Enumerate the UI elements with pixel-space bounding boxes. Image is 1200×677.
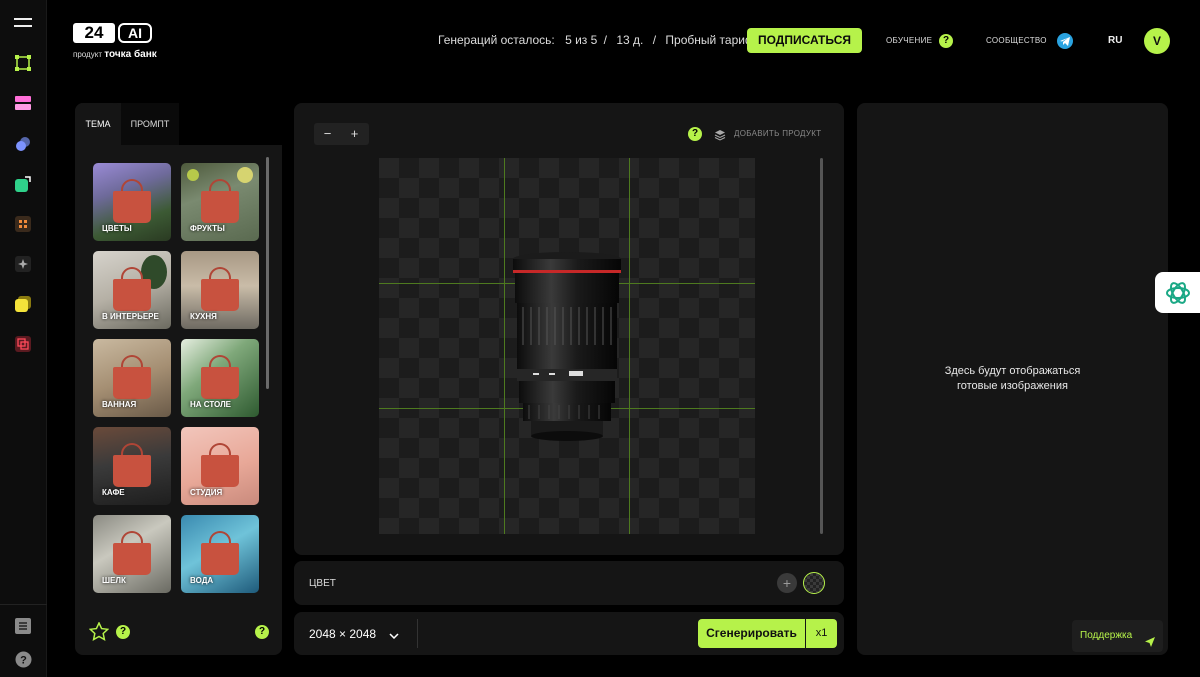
- color-panel: ЦВЕТ +: [294, 561, 844, 605]
- menu-icon[interactable]: [13, 13, 33, 33]
- logo[interactable]: 24 AI продукт точка банк: [73, 23, 163, 63]
- add-product-button[interactable]: ДОБАВИТЬ ПРОДУКТ: [734, 129, 821, 138]
- telegram-icon[interactable]: [1057, 33, 1073, 49]
- sparkle-icon[interactable]: [13, 254, 33, 274]
- help-icon[interactable]: ?: [13, 649, 33, 669]
- upscale-icon[interactable]: [13, 174, 33, 194]
- left-rail: ?: [0, 0, 47, 677]
- theme-label: СТУДИЯ: [190, 488, 223, 497]
- theme-tile[interactable]: В ИНТЕРЬЕРЕ: [93, 251, 171, 329]
- theme-label: ЦВЕТЫ: [102, 224, 132, 233]
- add-color-icon[interactable]: +: [777, 573, 797, 593]
- nodes-icon[interactable]: [13, 53, 33, 73]
- generations-label: Генераций осталось:: [438, 33, 555, 47]
- canvas-scrollbar[interactable]: [820, 158, 823, 534]
- theme-tile[interactable]: ШЕЛК: [93, 515, 171, 593]
- tab-prompt[interactable]: ПРОМПТ: [121, 103, 179, 145]
- theme-tile[interactable]: КАФЕ: [93, 427, 171, 505]
- panel-tabs: ТЕМА ПРОМПТ: [75, 103, 282, 145]
- theme-panel-footer: ? ?: [75, 620, 282, 644]
- learning-help-icon[interactable]: ?: [939, 34, 953, 48]
- generations-count: 5 из 5: [565, 33, 598, 47]
- language-switch[interactable]: RU: [1108, 35, 1122, 46]
- theme-label: ВАННАЯ: [102, 400, 137, 409]
- color-label: ЦВЕТ: [309, 578, 336, 589]
- generate-controls: 2048 × 2048 Сгенерировать x1: [294, 612, 844, 655]
- avatar[interactable]: V: [1144, 28, 1170, 54]
- generate-button[interactable]: Сгенерировать: [698, 619, 805, 648]
- logo-subtitle: продукт точка банк: [73, 49, 157, 60]
- stack-icon[interactable]: [13, 294, 33, 314]
- theme-label: ВОДА: [190, 576, 214, 585]
- theme-label: ШЕЛК: [102, 576, 126, 585]
- guide-line: [504, 158, 505, 534]
- tab-theme[interactable]: ТЕМА: [75, 103, 121, 145]
- theme-tile[interactable]: КУХНЯ: [181, 251, 259, 329]
- theme-label: ФРУКТЫ: [190, 224, 225, 233]
- community-link[interactable]: СООБЩЕСТВО: [986, 36, 1047, 45]
- product-stage[interactable]: [379, 158, 755, 534]
- transparent-color-swatch[interactable]: [803, 572, 825, 594]
- circles-icon[interactable]: [13, 134, 33, 154]
- results-placeholder: Здесь будут отображаться готовые изображ…: [944, 365, 1081, 392]
- support-button[interactable]: Поддержка: [1072, 620, 1163, 652]
- themes-help-icon[interactable]: ?: [255, 625, 269, 639]
- results-panel: Здесь будут отображаться готовые изображ…: [857, 103, 1168, 655]
- theme-tile[interactable]: ВОДА: [181, 515, 259, 593]
- guide-line: [629, 158, 630, 534]
- theme-tile[interactable]: ЦВЕТЫ: [93, 163, 171, 241]
- size-select[interactable]: 2048 × 2048: [309, 627, 399, 642]
- layout-icon[interactable]: [13, 93, 33, 113]
- theme-tile[interactable]: НА СТОЛЕ: [181, 339, 259, 417]
- subscribe-button[interactable]: ПОДПИСАТЬСЯ: [747, 28, 862, 53]
- theme-label: КУХНЯ: [190, 312, 217, 321]
- canvas-panel: − + ? ДОБАВИТЬ ПРОДУКТ: [294, 103, 844, 555]
- list-icon[interactable]: [13, 616, 33, 636]
- favorites-help-icon[interactable]: ?: [116, 625, 130, 639]
- canvas-help-icon[interactable]: ?: [688, 127, 702, 141]
- days-left: 13 д.: [616, 33, 644, 47]
- logo-ai: AI: [118, 23, 152, 43]
- theme-label: НА СТОЛЕ: [190, 400, 232, 409]
- svg-text:?: ?: [20, 654, 27, 666]
- theme-grid: ЦВЕТЫ ФРУКТЫ В ИНТЕРЬЕРЕ КУХНЯ ВАННАЯ НА…: [93, 163, 263, 677]
- rail-divider: [0, 604, 47, 605]
- chevron-down-icon: [389, 628, 399, 642]
- star-icon[interactable]: [88, 621, 110, 646]
- chatgpt-icon[interactable]: [1155, 272, 1200, 313]
- learning-link[interactable]: ОБУЧЕНИЕ: [886, 36, 932, 45]
- theme-tile[interactable]: СТУДИЯ: [181, 427, 259, 505]
- layers-icon[interactable]: [714, 128, 726, 141]
- theme-tile[interactable]: ФРУКТЫ: [181, 163, 259, 241]
- zoom-controls: − +: [314, 123, 369, 145]
- frames-icon[interactable]: [13, 334, 33, 354]
- zoom-in-button[interactable]: +: [341, 123, 368, 145]
- plan-name: Пробный тариф: [665, 33, 755, 47]
- themes-scrollbar[interactable]: [266, 157, 269, 389]
- theme-label: В ИНТЕРЬЕРЕ: [102, 312, 159, 321]
- grid-icon[interactable]: [13, 214, 33, 234]
- logo-24: 24: [73, 23, 115, 43]
- generate-count-button[interactable]: x1: [806, 619, 837, 648]
- zoom-out-button[interactable]: −: [314, 123, 341, 145]
- theme-tile[interactable]: ВАННАЯ: [93, 339, 171, 417]
- send-icon: [1144, 630, 1156, 662]
- theme-label: КАФЕ: [102, 488, 125, 497]
- generations-info: Генераций осталось: 5 из 5 / 13 д. / Про…: [438, 33, 755, 47]
- product-image[interactable]: [509, 251, 625, 448]
